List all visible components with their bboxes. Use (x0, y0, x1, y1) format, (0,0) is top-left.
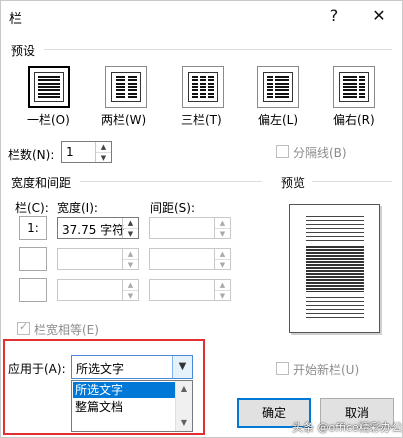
columns-count-label: 栏数(N): (8, 148, 55, 162)
preset-right-button[interactable] (333, 66, 375, 108)
column-number-3 (19, 278, 47, 302)
preview-line (306, 313, 364, 314)
preview-line (306, 236, 364, 237)
column-number-1: 1: (19, 216, 47, 240)
spin-up-icon: ▲ (127, 250, 134, 258)
help-button[interactable]: ? (319, 4, 349, 28)
spacing-arrows-2: ▲ ▼ (214, 249, 230, 269)
preset-right-label: 偏右(R) (333, 113, 375, 127)
equal-width-checkbox[interactable] (17, 320, 30, 335)
preset-one-column-label: 一栏(O) (27, 113, 70, 127)
spin-down-icon: ▼ (215, 259, 230, 269)
left-column-icon (263, 72, 293, 102)
separator-label: 分隔线(B) (293, 146, 347, 160)
width-arrows-2: ▲ ▼ (122, 249, 138, 269)
annotation-highlight-box (3, 339, 205, 435)
preview-divider (312, 181, 392, 182)
preview-line (306, 240, 364, 241)
preview-line (306, 220, 364, 221)
preset-three-columns-button[interactable] (182, 66, 224, 108)
spin-down-icon[interactable]: ▼ (96, 152, 111, 162)
preview-line (306, 228, 364, 229)
width-spinner-3: ▲ ▼ (57, 279, 139, 301)
preset-left-button[interactable] (257, 66, 299, 108)
spin-down-icon: ▼ (123, 259, 138, 269)
spin-up-icon: ▲ (219, 219, 226, 227)
preview-page (289, 204, 380, 333)
spin-down-icon: ▼ (215, 228, 230, 238)
width-spinner-1[interactable]: 37.75 字符 ▲ ▼ (57, 217, 139, 239)
preset-one-column-button[interactable] (28, 66, 70, 108)
width-value-1: 37.75 字符 (62, 223, 125, 237)
spin-down-icon[interactable]: ▼ (123, 228, 138, 238)
close-button[interactable]: ✕ (364, 4, 394, 28)
preview-line (306, 224, 364, 225)
width-arrows-3: ▲ ▼ (122, 280, 138, 300)
watermark-text: 头条 @office精彩办公 (292, 421, 403, 434)
columns-count-value: 1 (66, 145, 74, 159)
equal-width-label: 栏宽相等(E) (34, 323, 99, 337)
three-columns-icon (188, 72, 218, 102)
spacing-spinner-2: ▲ ▼ (149, 248, 231, 270)
width-spacing-divider (80, 181, 262, 182)
preset-two-columns-button[interactable] (105, 66, 147, 108)
width-header: 宽度(I): (57, 201, 98, 215)
preview-line (306, 297, 364, 298)
right-column-icon (339, 72, 369, 102)
new-column-checkbox[interactable] (276, 362, 289, 375)
presets-divider (44, 49, 392, 50)
spacing-header: 间距(S): (150, 201, 196, 215)
preset-three-columns-label: 三栏(T) (181, 113, 222, 127)
width-arrows-1[interactable]: ▲ ▼ (122, 218, 138, 238)
preset-two-columns-label: 两栏(W) (101, 113, 147, 127)
spacing-arrows-1: ▲ ▼ (214, 218, 230, 238)
spin-up-icon: ▲ (219, 250, 226, 258)
preview-selected-text (306, 246, 364, 292)
spin-down-icon: ▼ (123, 290, 138, 300)
preview-line (306, 216, 364, 217)
spin-up-icon: ▲ (127, 281, 134, 289)
new-column-label: 开始新栏(U) (293, 363, 360, 377)
columns-count-spinner[interactable]: 1 ▲ ▼ (61, 141, 112, 163)
preview-line (306, 309, 364, 310)
preview-line (306, 232, 364, 233)
spin-down-icon: ▼ (215, 290, 230, 300)
separator-checkbox[interactable] (276, 145, 289, 158)
spin-up-icon[interactable]: ▲ (123, 218, 138, 228)
preview-label: 预览 (281, 176, 306, 190)
spacing-spinner-1[interactable]: ▲ ▼ (149, 217, 231, 239)
preview-line (306, 305, 364, 306)
preview-line (306, 301, 364, 302)
two-columns-icon (111, 72, 141, 102)
spacing-arrows-3: ▲ ▼ (214, 280, 230, 300)
one-column-icon (34, 72, 64, 102)
column-number-header: 栏(C): (15, 201, 49, 215)
spin-up-icon: ▲ (219, 281, 226, 289)
presets-label: 预设 (11, 44, 36, 58)
spacing-spinner-3: ▲ ▼ (149, 279, 231, 301)
dialog-title: 栏 (9, 12, 23, 27)
width-spacing-label: 宽度和间距 (11, 176, 72, 190)
spin-up-icon[interactable]: ▲ (96, 142, 111, 152)
columns-count-arrows[interactable]: ▲ ▼ (95, 142, 111, 162)
preset-left-label: 偏左(L) (258, 113, 299, 127)
preview-line (306, 317, 364, 318)
column-number-2 (19, 247, 47, 271)
width-spinner-2: ▲ ▼ (57, 248, 139, 270)
